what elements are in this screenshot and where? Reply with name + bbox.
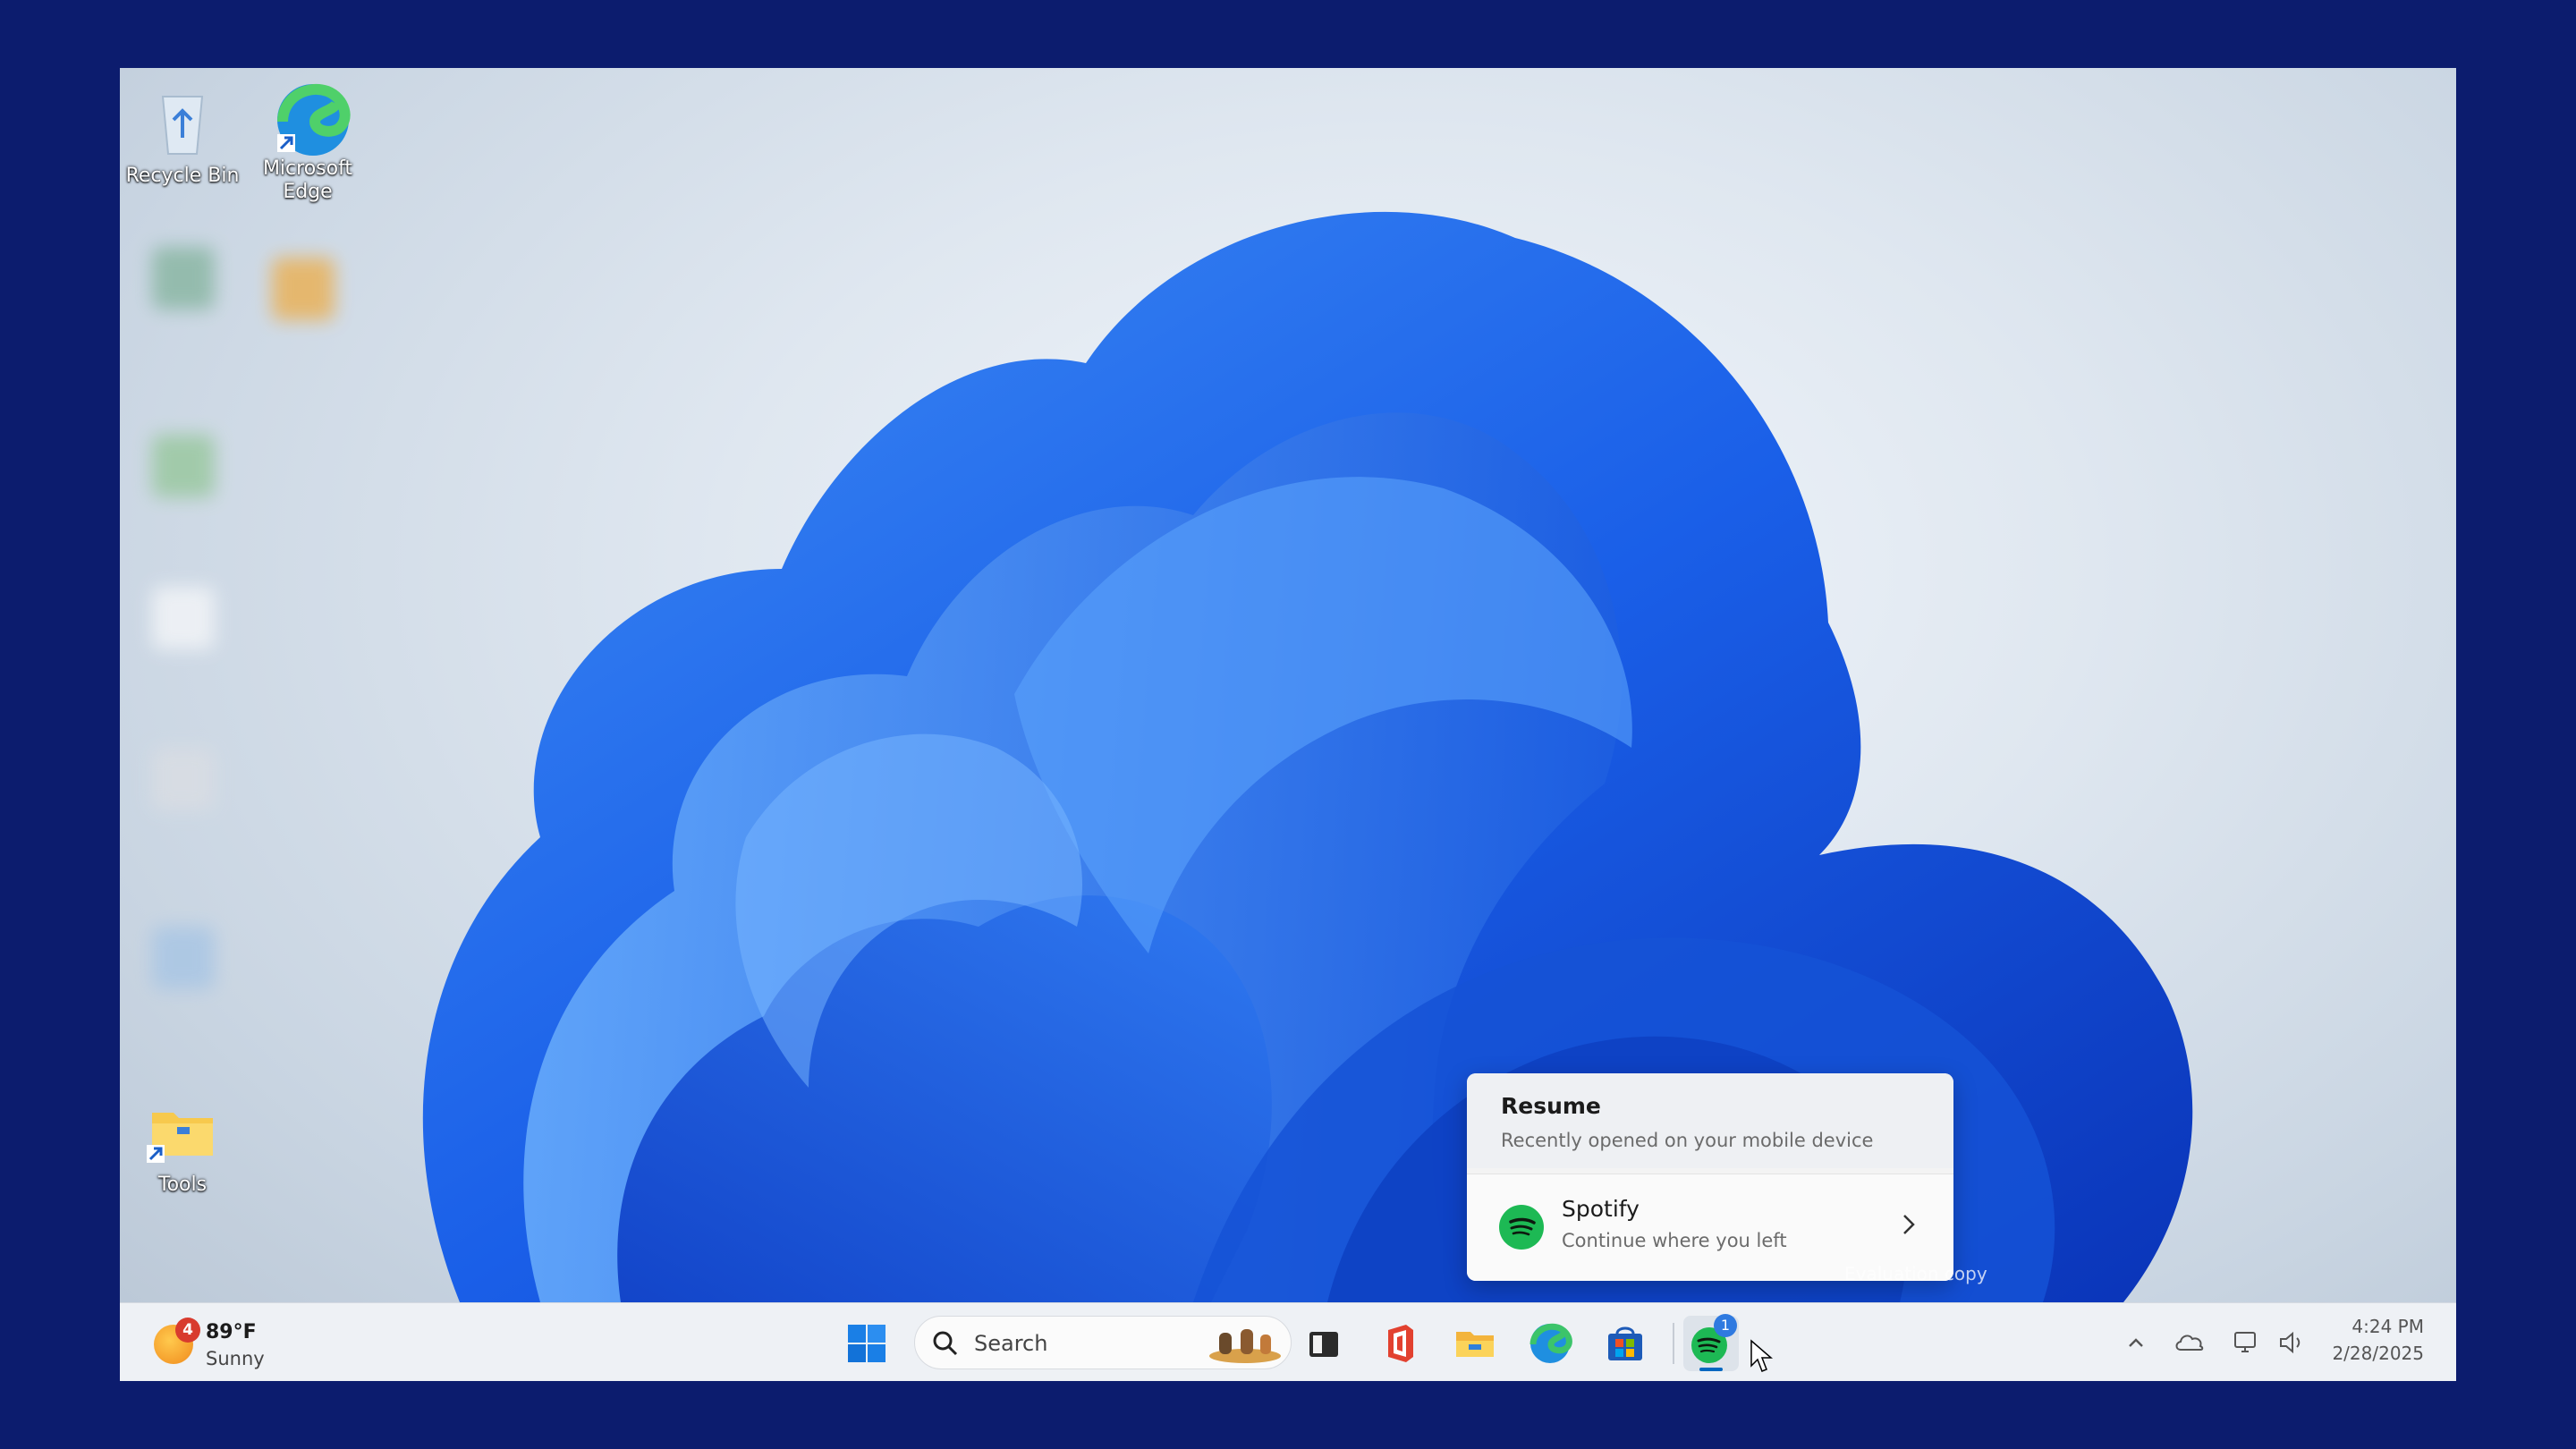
- resume-flyout: Resume Recently opened on your mobile de…: [1467, 1073, 1953, 1281]
- spotify-item-name: Spotify: [1562, 1196, 1640, 1222]
- spotify-icon: [1499, 1205, 1544, 1250]
- blurred-desktop-icon[interactable]: [152, 748, 215, 810]
- office-button[interactable]: [1372, 1316, 1428, 1371]
- taskbar: 4 89°F Sunny Search 1 4:24 PM 2/28/2025: [120, 1302, 2456, 1381]
- store-icon: [1608, 1326, 1642, 1360]
- task-view-icon: [1309, 1332, 1338, 1357]
- spotify-notification-badge: 1: [1714, 1314, 1737, 1337]
- search-icon: [933, 1331, 958, 1356]
- search-placeholder: Search: [974, 1331, 1048, 1356]
- weather-temp: 89°F: [206, 1321, 257, 1343]
- clock-time[interactable]: 4:24 PM: [2351, 1316, 2424, 1337]
- blurred-desktop-icon[interactable]: [152, 247, 215, 309]
- onedrive-icon[interactable]: [2174, 1328, 2206, 1357]
- flyout-header: Resume Recently opened on your mobile de…: [1467, 1073, 1953, 1168]
- weather-widget[interactable]: 4 89°F Sunny: [148, 1314, 327, 1373]
- flyout-subtitle: Recently opened on your mobile device: [1501, 1130, 1874, 1151]
- weather-badge: 4: [175, 1318, 200, 1343]
- chevron-up-icon[interactable]: [2123, 1330, 2148, 1355]
- file-explorer-button[interactable]: [1447, 1316, 1503, 1371]
- desktop-screen: Recycle Bin Microsoft Edge Tools Resume …: [120, 68, 2456, 1381]
- windows-logo-icon: [848, 1325, 886, 1362]
- spotify-taskbar-button[interactable]: 1: [1683, 1314, 1739, 1371]
- network-icon[interactable]: [2229, 1326, 2261, 1359]
- active-app-indicator: [1699, 1368, 1723, 1371]
- task-view-button[interactable]: [1297, 1316, 1352, 1371]
- edge-icon: [270, 77, 351, 156]
- volume-icon[interactable]: [2275, 1326, 2308, 1359]
- blurred-desktop-icon[interactable]: [152, 587, 215, 649]
- taskbar-search[interactable]: Search: [914, 1316, 1292, 1369]
- spotify-item-description: Continue where you left: [1562, 1230, 1787, 1251]
- blurred-desktop-icon[interactable]: [152, 435, 215, 497]
- weather-condition: Sunny: [206, 1348, 265, 1369]
- store-button[interactable]: [1597, 1316, 1653, 1371]
- evaluation-watermark: Evaluation copy: [1844, 1263, 1987, 1284]
- start-button[interactable]: [839, 1316, 894, 1371]
- edge-taskbar-button[interactable]: [1522, 1316, 1578, 1371]
- clock-date[interactable]: 2/28/2025: [2332, 1343, 2424, 1364]
- flyout-title: Resume: [1501, 1093, 1601, 1119]
- recycle-bin-label: Recycle Bin: [125, 165, 240, 187]
- tools-label: Tools: [157, 1174, 208, 1196]
- desktop-icon-recycle-bin[interactable]: Recycle Bin: [120, 84, 245, 188]
- desktop-icon-tools[interactable]: Tools: [120, 1093, 245, 1197]
- folder-icon: [145, 1093, 220, 1168]
- wallpaper-bloom: [422, 211, 2193, 1302]
- office-icon: [1388, 1325, 1413, 1362]
- blurred-desktop-icon[interactable]: [152, 927, 215, 989]
- recycle-bin-icon: [145, 84, 220, 159]
- mouse-cursor-icon: [1750, 1339, 1774, 1372]
- file-explorer-icon: [1456, 1332, 1494, 1357]
- search-highlight-icon: [1209, 1329, 1281, 1363]
- edge-icon: [1530, 1323, 1572, 1363]
- desktop-icon-edge[interactable]: Microsoft Edge: [245, 77, 370, 204]
- edge-label: Microsoft Edge: [262, 157, 353, 203]
- chevron-right-icon: [1891, 1207, 1927, 1242]
- blurred-desktop-icon[interactable]: [272, 258, 335, 320]
- taskbar-divider: [1673, 1323, 1674, 1364]
